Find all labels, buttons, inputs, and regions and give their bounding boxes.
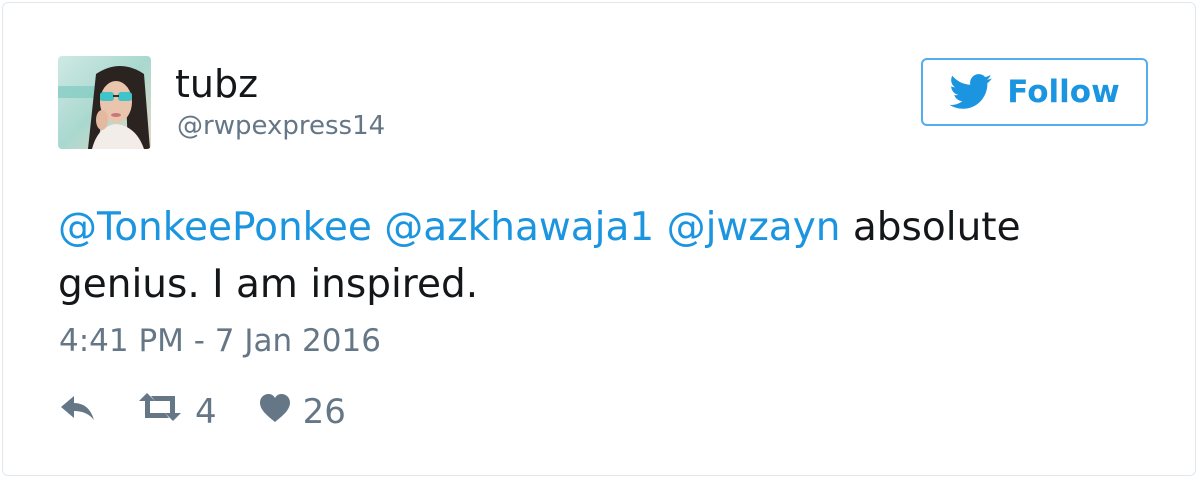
tweet-text: @TonkeePonkee @azkhawaja1 @jwzayn absolu… — [58, 199, 1158, 313]
reply-icon — [59, 390, 97, 434]
avatar[interactable] — [58, 56, 151, 149]
tweet-text-line1: absolute — [852, 205, 1021, 250]
retweet-button[interactable]: 4 — [137, 390, 217, 434]
profile-photo — [58, 56, 151, 149]
follow-label: Follow — [1007, 74, 1120, 110]
reply-button[interactable] — [59, 390, 97, 434]
mention-link[interactable]: @TonkeePonkee — [58, 205, 372, 250]
tweet-timestamp[interactable]: 4:41 PM - 7 Jan 2016 — [59, 321, 381, 361]
like-button[interactable]: 26 — [259, 390, 346, 434]
retweet-count: 4 — [195, 392, 217, 432]
retweet-icon — [137, 390, 183, 434]
mention-link[interactable]: @jwzayn — [667, 205, 841, 250]
tweet-card: tubz @rwpexpress14 Follow @TonkeePonkee … — [2, 2, 1196, 476]
user-display-name[interactable]: tubz — [175, 61, 258, 107]
follow-button[interactable]: Follow — [921, 58, 1148, 126]
like-count: 26 — [302, 392, 346, 432]
mention-link[interactable]: @azkhawaja1 — [384, 205, 654, 250]
twitter-bird-icon — [949, 74, 993, 110]
tweet-actions: 4 26 — [59, 388, 346, 436]
tweet-text-line2: genius. I am inspired. — [58, 262, 479, 307]
heart-icon — [259, 390, 291, 434]
user-screen-name[interactable]: @rwpexpress14 — [177, 110, 385, 142]
